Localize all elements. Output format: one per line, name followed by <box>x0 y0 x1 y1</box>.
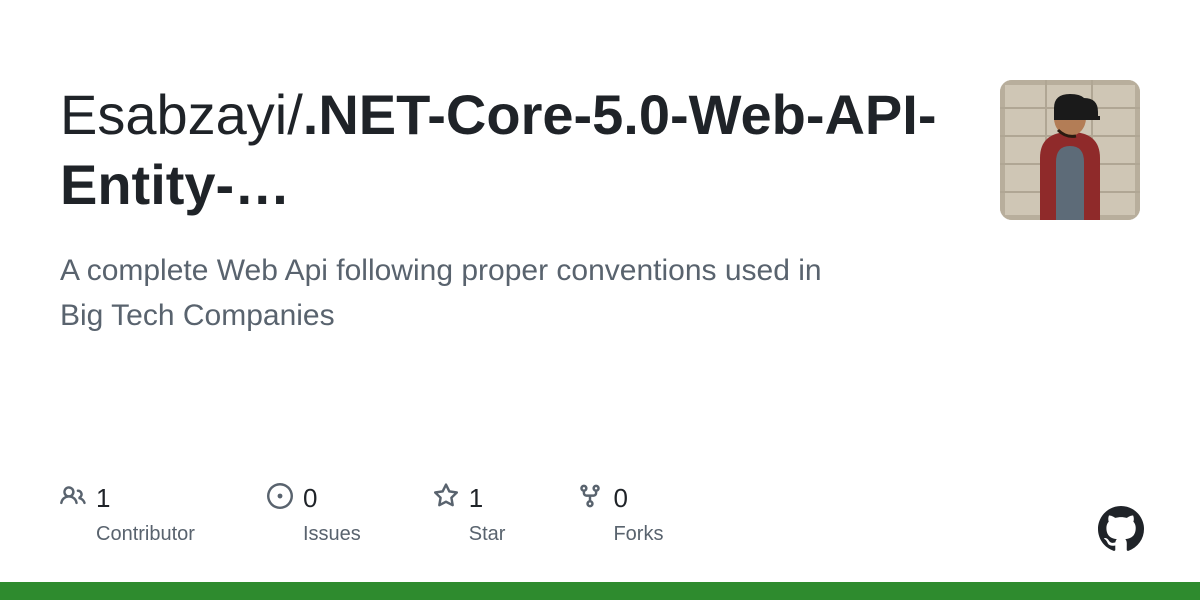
fork-icon <box>577 483 603 513</box>
stat-forks: 0 Forks <box>577 483 663 546</box>
avatar-image <box>1000 80 1140 220</box>
forks-count: 0 <box>613 485 627 511</box>
avatar <box>1000 80 1140 220</box>
stars-label: Star <box>469 523 506 546</box>
repo-description: A complete Web Api following proper conv… <box>60 248 840 338</box>
github-logo-icon <box>1098 506 1144 552</box>
main-column: Esabzayi/.NET-Core-5.0-Web-API-Entity-… … <box>60 80 960 338</box>
star-icon <box>433 483 459 513</box>
stats-row: 1 Contributor 0 Issues 1 Star 0 Forks <box>60 483 663 546</box>
issues-label: Issues <box>303 523 361 546</box>
stars-count: 1 <box>469 485 483 511</box>
contributors-icon <box>60 483 86 513</box>
stat-issues: 0 Issues <box>267 483 361 546</box>
language-segment <box>0 582 1200 600</box>
stat-contributors: 1 Contributor <box>60 483 195 546</box>
repo-title: Esabzayi/.NET-Core-5.0-Web-API-Entity-… <box>60 80 960 220</box>
card-content: Esabzayi/.NET-Core-5.0-Web-API-Entity-… … <box>0 0 1200 338</box>
forks-label: Forks <box>613 523 663 546</box>
stat-stars: 1 Star <box>433 483 506 546</box>
language-bar <box>0 582 1200 600</box>
contributors-count: 1 <box>96 485 110 511</box>
repo-owner: Esabzayi <box>60 83 287 146</box>
issues-count: 0 <box>303 485 317 511</box>
contributors-label: Contributor <box>96 523 195 546</box>
repo-separator: / <box>287 83 303 146</box>
issues-icon <box>267 483 293 513</box>
